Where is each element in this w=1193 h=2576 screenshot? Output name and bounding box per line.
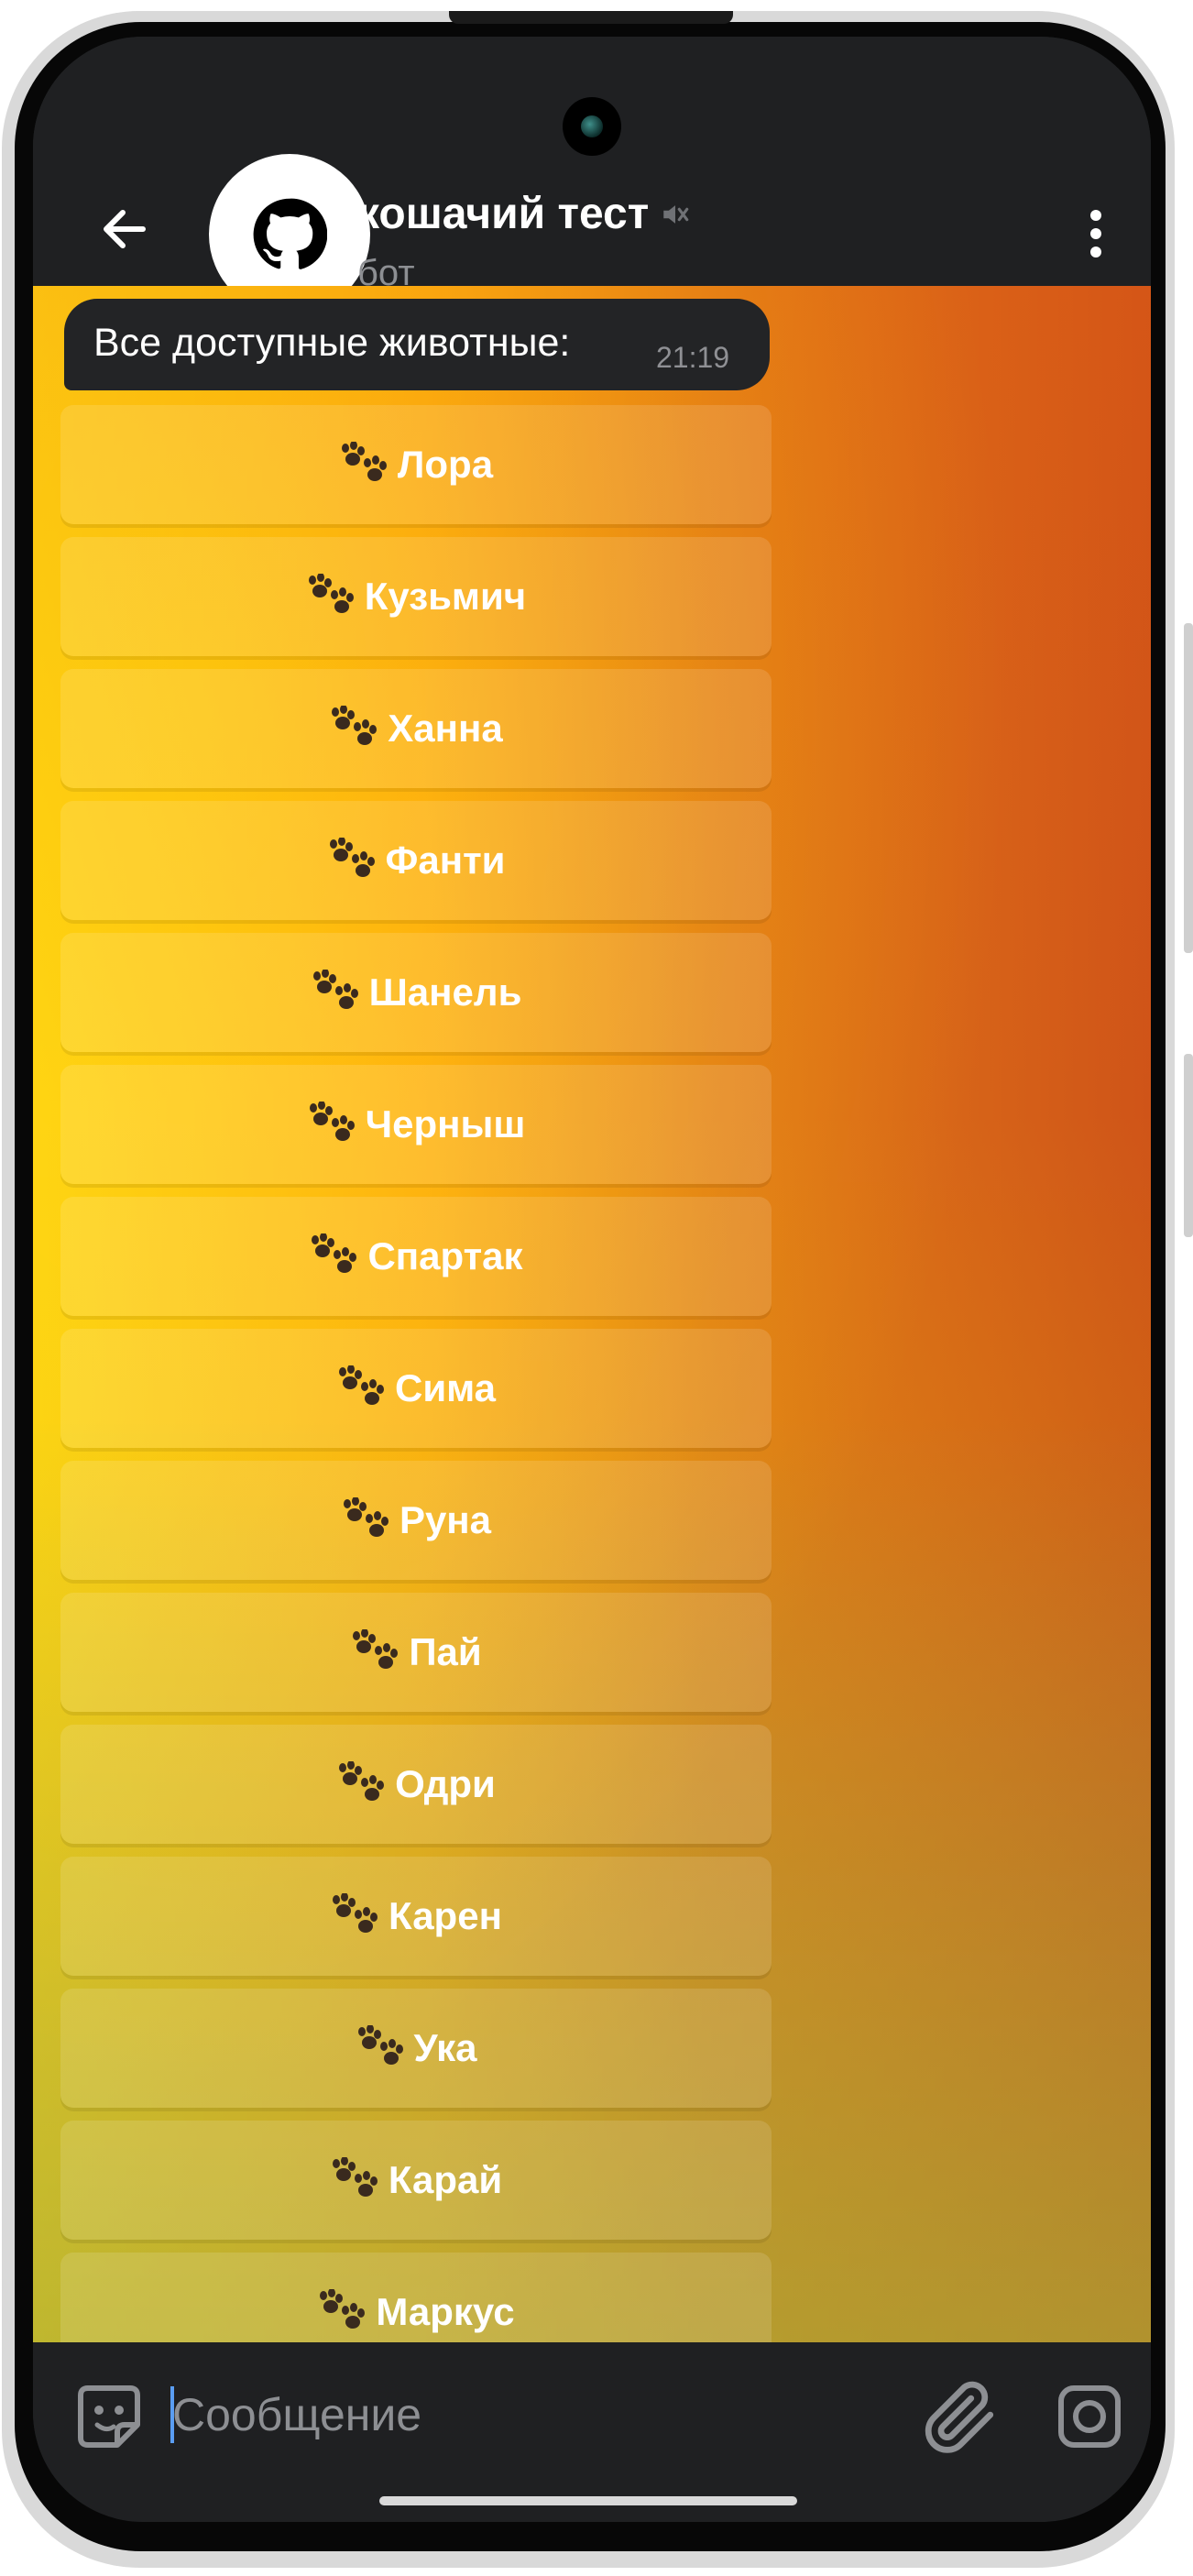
chat-header: кошачий тест бот xyxy=(33,37,1151,315)
animal-button-label: Руна xyxy=(399,1498,492,1541)
screen: кошачий тест бот Все доступные животные:… xyxy=(33,37,1151,2522)
message-input[interactable] xyxy=(170,2375,925,2454)
message-time: 21:19 xyxy=(656,341,730,374)
muted-speaker-icon xyxy=(660,199,691,230)
animal-button[interactable]: Кузьмич xyxy=(60,537,772,656)
sticker-button[interactable] xyxy=(68,2375,150,2458)
power-button xyxy=(1184,1054,1193,1237)
animal-button-label: Сима xyxy=(394,1366,497,1409)
animal-button[interactable]: Лора xyxy=(60,405,772,524)
animal-button-label: Шанель xyxy=(368,970,522,1014)
animal-button[interactable]: Фанти xyxy=(60,801,772,920)
animal-button[interactable]: Ука xyxy=(60,1989,772,2108)
phone-frame: кошачий тест бот Все доступные животные:… xyxy=(0,0,1193,2576)
paw-prints-icon xyxy=(317,2288,370,2335)
attach-button[interactable] xyxy=(918,2375,1001,2458)
chat-title-text: кошачий тест xyxy=(357,190,650,238)
animal-button[interactable]: Карен xyxy=(60,1857,772,1976)
camera-icon xyxy=(1058,2385,1121,2448)
animal-button-label: Карай xyxy=(388,2158,503,2201)
paw-prints-icon xyxy=(330,1892,383,1939)
more-vertical-icon xyxy=(1090,210,1101,258)
paw-prints-icon xyxy=(327,837,380,883)
animal-button[interactable]: Спартак xyxy=(60,1197,772,1316)
message-bubble[interactable]: Все доступные животные: 21:19 xyxy=(64,299,770,390)
animal-button-label: Фанти xyxy=(385,839,506,882)
animal-button-label: Спартак xyxy=(367,1234,523,1277)
animal-button[interactable]: Сима xyxy=(60,1329,772,1448)
animal-button-label: Ханна xyxy=(388,707,503,750)
sticker-icon xyxy=(78,2385,140,2448)
more-options-button[interactable] xyxy=(1059,183,1133,284)
animal-button[interactable]: Ханна xyxy=(60,669,772,788)
paw-prints-icon xyxy=(350,1628,403,1675)
paw-prints-icon xyxy=(309,1233,362,1279)
home-indicator[interactable] xyxy=(379,2496,797,2505)
paw-prints-icon xyxy=(306,573,359,619)
chat-area[interactable]: Все доступные животные: 21:19 Лора Кузьми… xyxy=(33,286,1151,2342)
top-edge xyxy=(449,11,733,24)
paw-prints-icon xyxy=(307,1101,360,1147)
animal-button-label: Пай xyxy=(409,1630,482,1673)
paw-prints-icon xyxy=(339,441,392,488)
arrow-left-icon xyxy=(104,210,146,248)
inline-keyboard: Лора Кузьмич Ханна Фанти Шанель Черныш Спартак… xyxy=(60,405,772,2342)
animal-button[interactable]: Карай xyxy=(60,2121,772,2240)
front-camera xyxy=(563,97,621,156)
animal-button[interactable]: Черныш xyxy=(60,1065,772,1184)
paw-prints-icon xyxy=(356,2024,409,2071)
paw-prints-icon xyxy=(330,2156,383,2203)
animal-button-label: Лора xyxy=(397,443,494,486)
paw-prints-icon xyxy=(336,1760,389,1807)
paw-prints-icon xyxy=(311,969,364,1015)
animal-button[interactable]: Пай xyxy=(60,1593,772,1712)
animal-button[interactable]: Руна xyxy=(60,1461,772,1580)
animal-button[interactable]: Маркус xyxy=(60,2253,772,2342)
volume-button xyxy=(1184,623,1193,953)
animal-button[interactable]: Одри xyxy=(60,1725,772,1844)
animal-button-label: Кузьмич xyxy=(364,575,527,618)
message-text: Все доступные животные: xyxy=(93,321,571,365)
animal-button-label: Маркус xyxy=(376,2290,515,2333)
animal-button-label: Карен xyxy=(389,1894,502,1937)
paw-prints-icon xyxy=(336,1365,389,1411)
animal-button-label: Одри xyxy=(395,1762,496,1805)
github-icon xyxy=(253,198,327,269)
paw-prints-icon xyxy=(341,1496,394,1543)
input-bar xyxy=(33,2342,1151,2485)
animal-button[interactable]: Шанель xyxy=(60,933,772,1052)
camera-button[interactable] xyxy=(1048,2375,1131,2458)
animal-button-label: Ука xyxy=(413,2026,477,2069)
back-button[interactable] xyxy=(79,183,170,275)
animal-button-label: Черныш xyxy=(365,1102,526,1145)
text-cursor xyxy=(170,2386,174,2443)
paperclip-icon xyxy=(925,2381,994,2453)
paw-prints-icon xyxy=(329,705,382,751)
chat-title[interactable]: кошачий тест xyxy=(357,189,691,239)
